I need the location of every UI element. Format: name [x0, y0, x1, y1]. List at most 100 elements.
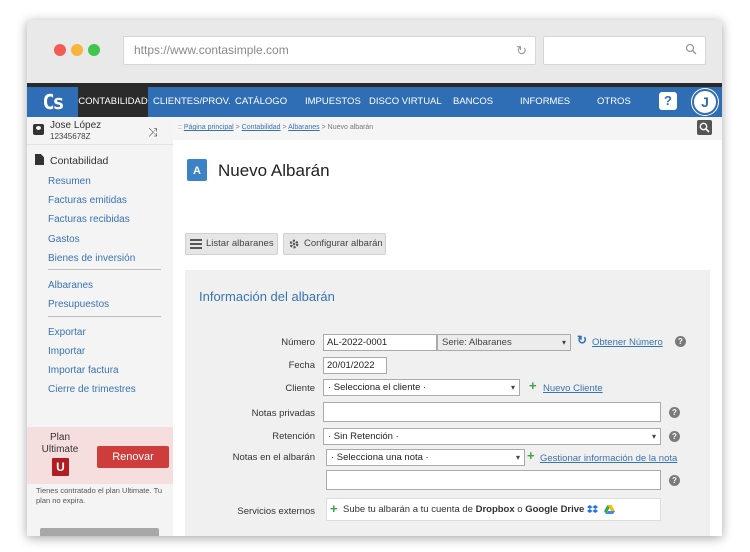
list-albaranes-label: Listar albaranes	[206, 238, 274, 249]
page-search-button[interactable]	[697, 120, 712, 135]
nav-otros[interactable]: OTROS	[597, 87, 631, 117]
plan-label: Plan Ultimate	[27, 432, 93, 456]
notas-albaran-value: · Selecciona una nota ·	[331, 452, 429, 463]
refresh-icon[interactable]: ↻	[577, 333, 587, 347]
chevron-down-icon: ▾	[561, 338, 566, 347]
sidebar-item-resumen[interactable]: Resumen	[48, 176, 91, 187]
obtener-numero-link[interactable]: Obtener Número	[592, 337, 663, 348]
add-icon: +	[527, 448, 535, 463]
sidebar-item-facturas-emitidas[interactable]: Facturas emitidas	[48, 195, 127, 206]
user-info: Jose López 12345678Z ⤨	[27, 117, 173, 145]
browser-window: https://www.contasimple.com ↻ Cs CONTABI…	[27, 20, 722, 536]
sidebar-section-label: Contabilidad	[50, 155, 109, 167]
nav-contabilidad[interactable]: CONTABILIDAD	[78, 87, 148, 117]
chevron-down-icon: ▾	[651, 432, 656, 441]
close-window-button[interactable]	[54, 44, 66, 56]
search-icon	[699, 122, 710, 133]
google-drive-icon[interactable]	[604, 505, 615, 514]
address-bar[interactable]: https://www.contasimple.com ↻	[123, 36, 536, 65]
breadcrumb-current: Nuevo albarán	[327, 124, 374, 131]
user-name: Jose López	[50, 120, 102, 131]
browser-search-box[interactable]	[543, 36, 706, 65]
nav-bancos[interactable]: BANCOS	[453, 87, 493, 117]
contasimple-logo[interactable]: Cs	[27, 87, 78, 117]
notas-albaran-label: Notas en el albarán	[232, 452, 315, 463]
page-title: Nuevo Albarán	[218, 161, 330, 180]
plan-badge: U	[52, 458, 69, 476]
numero-label: Número	[281, 337, 315, 348]
albaran-info-panel: Información del albarán Número AL-2022-0…	[185, 270, 710, 536]
notas-albaran-select[interactable]: · Selecciona una nota · ▾	[326, 449, 525, 466]
plan-word: Plan	[49, 432, 70, 443]
reload-icon[interactable]: ↻	[516, 37, 527, 64]
sidebar-item-exportar[interactable]: Exportar	[48, 327, 86, 338]
sidebar-divider	[48, 269, 161, 270]
nav-clientes-prov[interactable]: CLIENTES/PROV.	[153, 87, 231, 117]
help-button[interactable]: ?	[659, 92, 677, 110]
nav-impuestos[interactable]: IMPUESTOS	[305, 87, 361, 117]
plan-note: Tienes contratado el plan Ultimate. Tu p…	[36, 486, 163, 505]
plan-box: Plan Ultimate U Renovar	[27, 427, 173, 484]
maximize-window-button[interactable]	[88, 44, 100, 56]
google-drive-text[interactable]: Google Drive	[525, 504, 584, 515]
help-icon[interactable]: ?	[669, 407, 680, 418]
retencion-value: · Sin Retención ·	[328, 431, 399, 442]
sidebar-item-bienes-inversion[interactable]: Bienes de inversión	[48, 253, 135, 264]
minimize-window-button[interactable]	[71, 44, 83, 56]
document-icon	[35, 154, 44, 165]
cliente-select[interactable]: · Selecciona el cliente · ▾	[323, 379, 520, 396]
user-avatar[interactable]: J	[692, 89, 718, 115]
gear-icon	[289, 239, 299, 249]
configure-albaran-button[interactable]: Configurar albarán	[283, 233, 386, 255]
numero-input[interactable]: AL-2022-0001	[323, 334, 437, 351]
sidebar-item-facturas-recibidas[interactable]: Facturas recibidas	[48, 214, 130, 225]
url-text: https://www.contasimple.com	[134, 43, 289, 57]
sidebar: Jose López 12345678Z ⤨ Contabilidad Resu…	[27, 117, 173, 536]
sidebar-bottom-button[interactable]	[40, 528, 159, 536]
serie-value: Serie: Albaranes	[442, 337, 512, 348]
breadcrumb-albaranes[interactable]: Albaranes	[288, 124, 320, 131]
cliente-label: Cliente	[285, 383, 315, 394]
user-card-icon	[33, 124, 44, 135]
sidebar-item-albaranes[interactable]: Albaranes	[48, 280, 93, 291]
gestionar-nota-link[interactable]: Gestionar información de la nota	[540, 453, 677, 464]
nuevo-cliente-link[interactable]: Nuevo Cliente	[543, 383, 603, 394]
notas-privadas-input[interactable]	[323, 402, 661, 422]
help-icon[interactable]: ?	[669, 475, 680, 486]
main-content: :: Página principal > Contabilidad > Alb…	[173, 117, 722, 536]
plan-name: Ultimate	[41, 444, 79, 455]
browser-chrome: https://www.contasimple.com ↻	[27, 20, 722, 83]
list-albaranes-button[interactable]: Listar albaranes	[185, 233, 278, 255]
chevron-down-icon: ▾	[515, 453, 520, 462]
sidebar-item-importar-factura[interactable]: Importar factura	[48, 365, 119, 376]
configure-albaran-label: Configurar albarán	[304, 238, 383, 249]
nav-informes[interactable]: INFORMES	[520, 87, 570, 117]
renew-button[interactable]: Renovar	[97, 446, 169, 468]
fecha-label: Fecha	[288, 360, 315, 371]
list-icon	[190, 239, 202, 249]
serie-select[interactable]: Serie: Albaranes ▾	[437, 334, 571, 351]
sidebar-item-cierre-trimestres[interactable]: Cierre de trimestres	[48, 384, 136, 395]
nav-catalogo[interactable]: CATÁLOGO	[235, 87, 287, 117]
help-icon[interactable]: ?	[675, 336, 686, 347]
dropbox-text[interactable]: Dropbox	[476, 504, 515, 515]
breadcrumb-contabilidad[interactable]: Contabilidad	[242, 124, 281, 131]
notas-albaran-textarea[interactable]	[326, 470, 661, 490]
sidebar-item-importar[interactable]: Importar	[48, 346, 85, 357]
user-nif: 12345678Z	[50, 132, 91, 141]
retencion-select[interactable]: · Sin Retención · ▾	[323, 428, 661, 445]
dropbox-icon[interactable]	[587, 505, 598, 514]
top-navigation: Cs CONTABILIDAD CLIENTES/PROV. CATÁLOGO …	[27, 83, 722, 117]
servicios-externos-box[interactable]: + Sube tu albarán a tu cuenta de Dropbox…	[326, 498, 661, 521]
breadcrumb-bar: :: Página principal > Contabilidad > Alb…	[173, 117, 722, 140]
collapse-sidebar-icon[interactable]: ⤨	[148, 125, 158, 140]
nav-disco-virtual[interactable]: DISCO VIRTUAL	[369, 87, 442, 117]
sidebar-item-presupuestos[interactable]: Presupuestos	[48, 299, 109, 310]
sidebar-item-gastos[interactable]: Gastos	[48, 234, 80, 245]
breadcrumb-home[interactable]: Página principal	[184, 124, 234, 131]
help-icon[interactable]: ?	[669, 431, 680, 442]
retencion-label: Retención	[272, 431, 315, 442]
sidebar-divider	[48, 316, 161, 317]
fecha-input[interactable]: 20/01/2022	[323, 357, 387, 374]
notas-privadas-label: Notas privadas	[251, 408, 315, 419]
